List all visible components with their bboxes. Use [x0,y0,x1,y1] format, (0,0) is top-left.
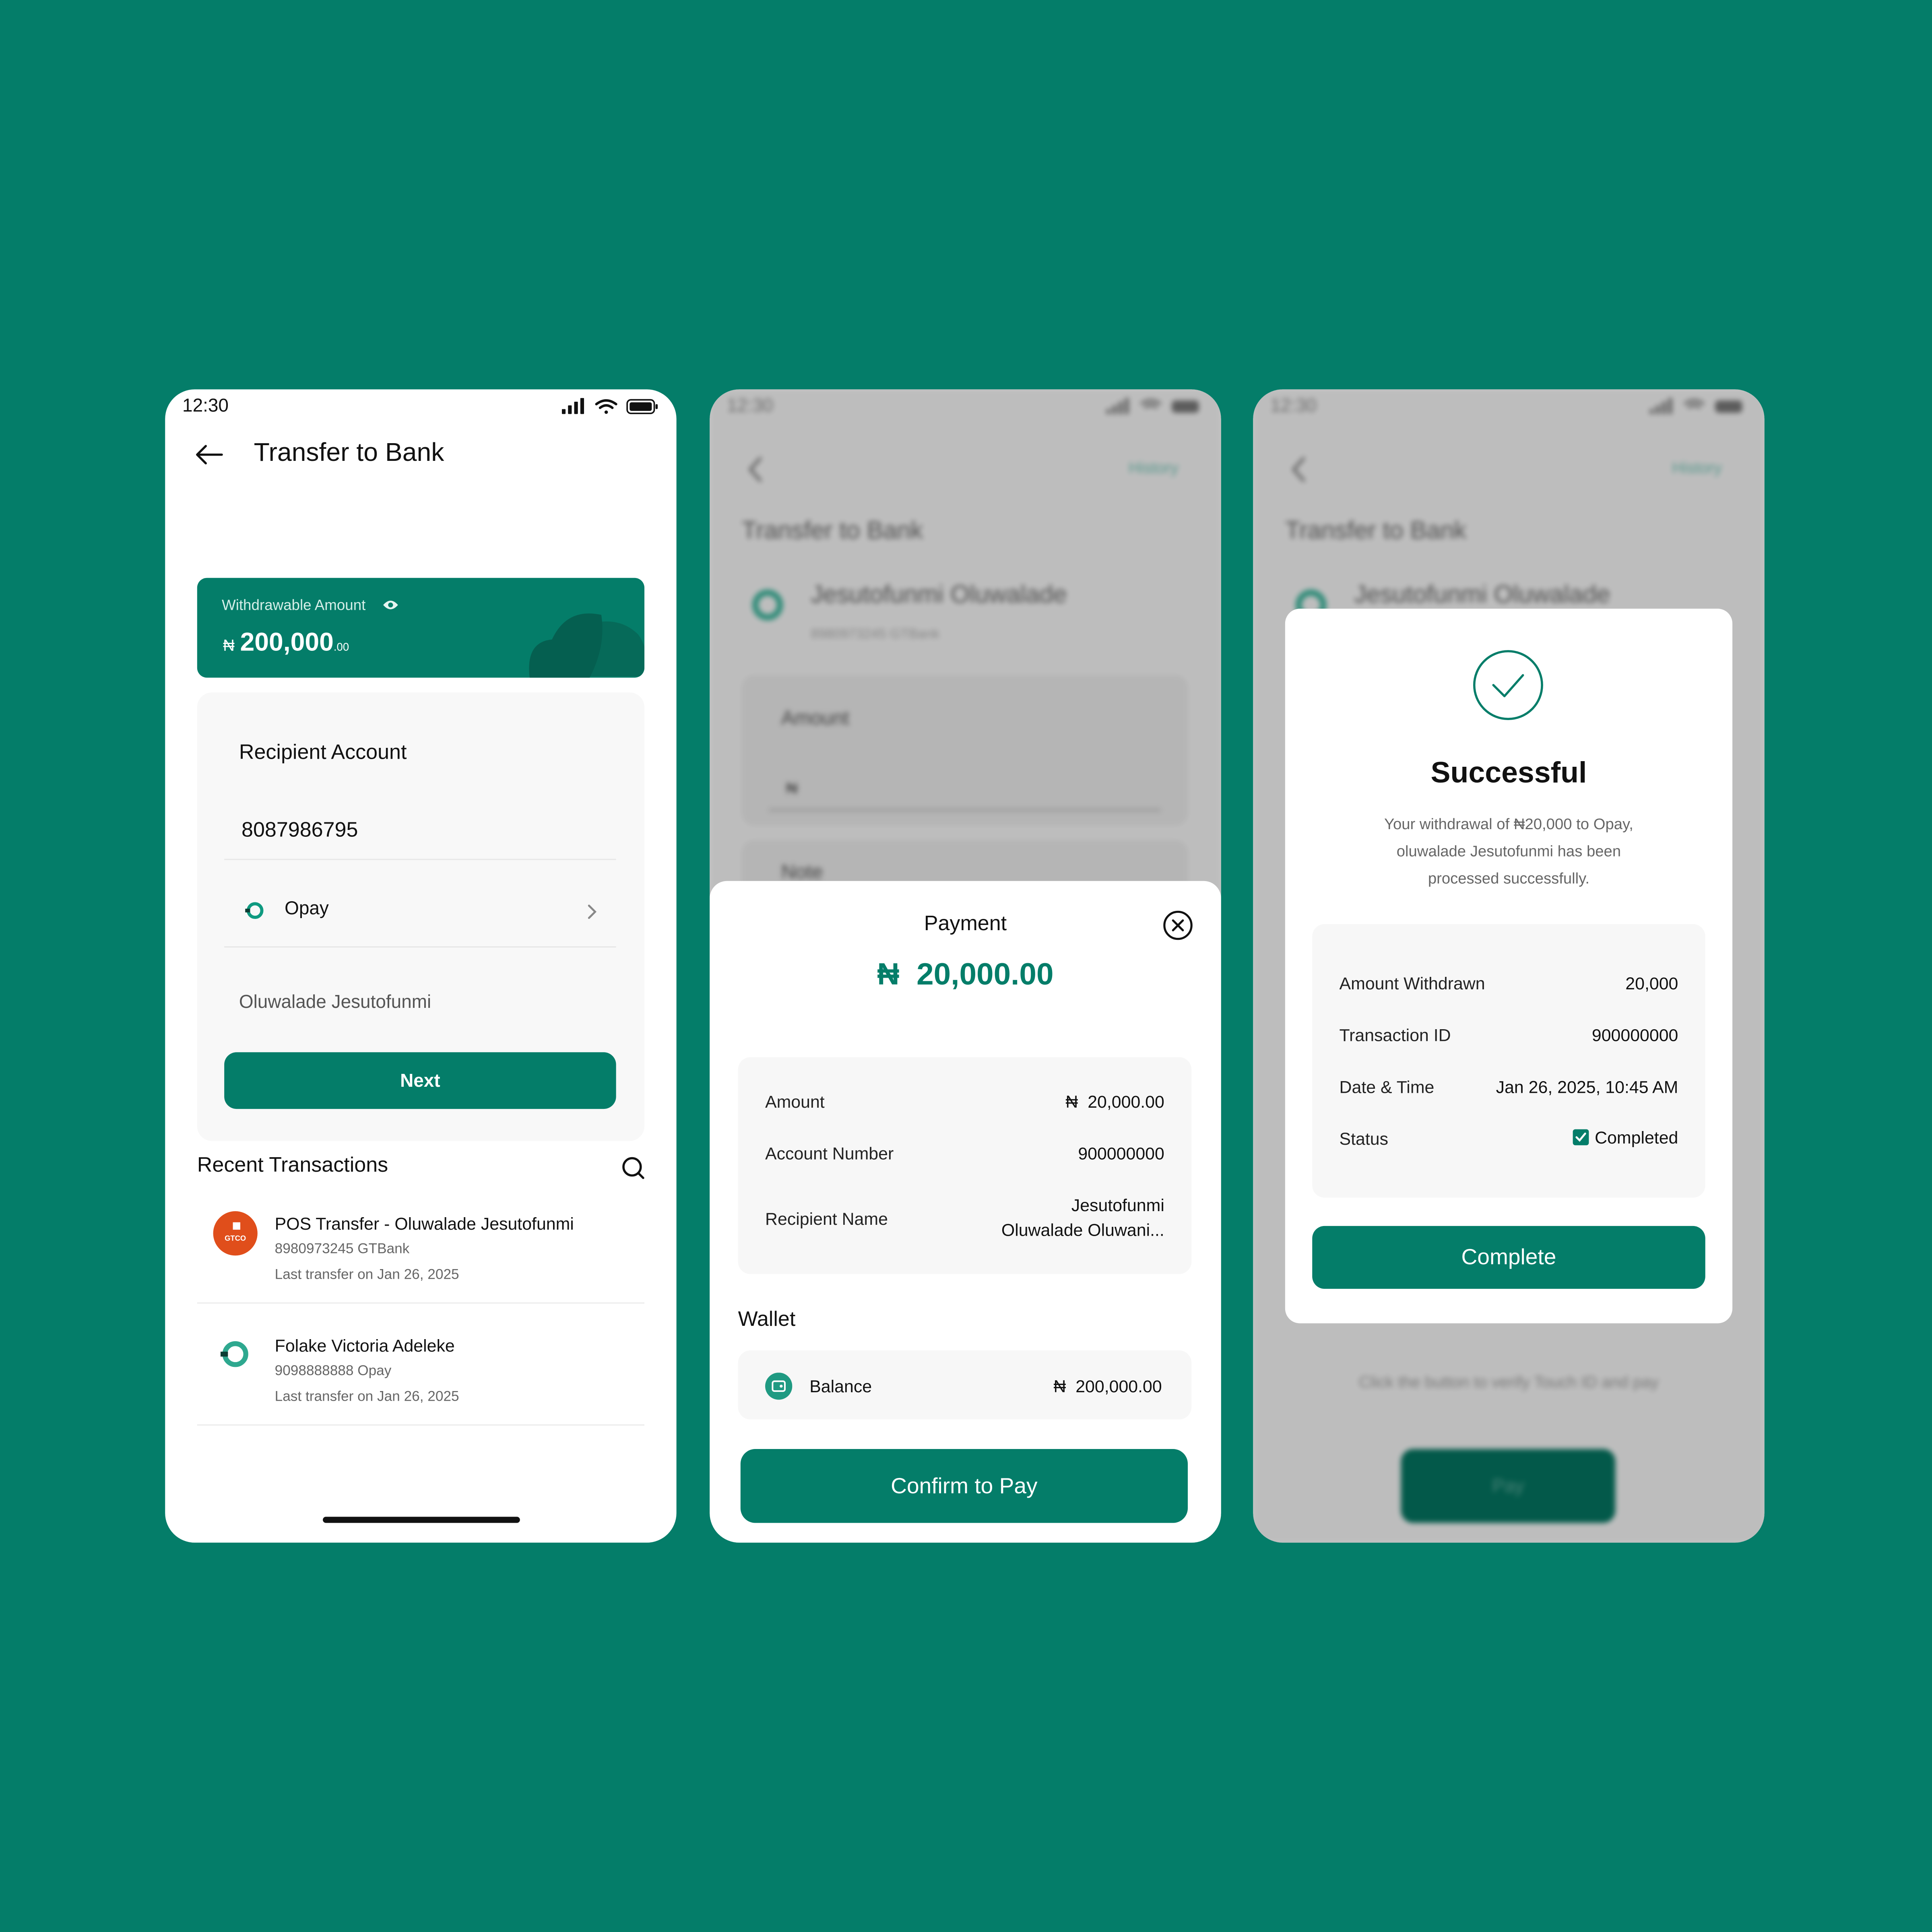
complete-button[interactable]: Complete [1312,1226,1705,1289]
battery-icon [626,399,658,414]
divider [197,1424,645,1426]
eye-icon[interactable] [382,598,399,613]
success-message-line: oluwalade Jesutofunmi has been [1396,842,1621,860]
receipt-details: Amount Withdrawn 20,000 Transaction ID 9… [1312,924,1705,1198]
bank-name: Opay [285,898,329,919]
account-number-input[interactable]: 8087986795 [242,818,358,843]
wifi-icon [595,399,617,414]
receipt-value: Jan 26, 2025, 10:45 AM [1496,1077,1678,1097]
transaction-account: 9098888888 Opay [275,1364,392,1379]
bank-selector[interactable]: Opay [224,883,616,938]
detail-value: 900000000 [1078,1143,1164,1163]
status-completed: Completed [1573,1127,1678,1147]
currency-symbol: ₦ [223,636,235,654]
transaction-date: Last transfer on Jan 26, 2025 [275,1390,459,1405]
detail-value: Oluwalade Oluwani... [1001,1220,1164,1240]
opay-logo-icon [220,1341,248,1367]
payment-amount: ₦ 20,000.00 [877,957,1054,992]
list-item[interactable]: GTCO POS Transfer - Oluwalade Jesutofunm… [197,1196,644,1302]
page-title: Transfer to Bank [254,438,444,467]
logo-text: GTCO [225,1236,246,1243]
transaction-account: 8980973245 GTBank [275,1242,410,1257]
search-icon[interactable] [621,1156,646,1180]
payment-screen: 12:30 History Transfer to Bank Jesutofun… [710,389,1221,1543]
recipient-name-field: Oluwalade Jesutofunmi [239,992,431,1013]
receipt-value: 20,000 [1625,973,1678,993]
logo-square [233,1222,240,1230]
detail-value: Jesutofunmi [1071,1195,1164,1215]
transaction-name: Folake Victoria Adeleke [275,1335,455,1356]
next-button[interactable]: Next [224,1052,616,1109]
status-time: 12:30 [182,395,229,417]
detail-value: ₦ 20,000.00 [1065,1092,1164,1112]
close-icon[interactable] [1162,909,1194,941]
recent-heading: Recent Transactions [197,1153,388,1177]
success-message-line: processed successfully. [1428,870,1590,888]
checkbox-checked-icon [1573,1129,1589,1146]
detail-label: Account Number [765,1143,894,1163]
divider [224,859,616,860]
detail-label: Recipient Name [765,1209,888,1229]
divider [197,1302,645,1304]
list-item[interactable]: Folake Victoria Adeleke 9098888888 Opay … [197,1319,644,1424]
transfer-screen: 12:30 Transfer to Bank Withdrawable Amou… [165,389,677,1543]
card-decoration [529,613,645,678]
sheet-title: Payment [924,912,1007,935]
wallet-balance-row[interactable]: Balance ₦ 200,000.00 [738,1350,1192,1420]
receipt-value: Completed [1595,1127,1678,1147]
wallet-value: ₦ 200,000.00 [1053,1376,1162,1396]
chevron-right-icon [588,904,597,919]
confirm-pay-button[interactable]: Confirm to Pay [740,1449,1188,1523]
check-circle-icon [1473,650,1543,720]
balance-decimals: .00 [333,640,349,653]
gtbank-logo-icon: GTCO [213,1211,258,1256]
detail-label: Amount [765,1092,825,1112]
balance-card: Withdrawable Amount ₦ 200,000.00 [197,578,645,678]
opay-logo-icon [245,902,264,919]
wallet-icon [765,1373,793,1400]
divider [224,946,616,948]
receipt-label: Date & Time [1339,1077,1435,1097]
success-modal: Successful Your withdrawal of ₦20,000 to… [1285,609,1733,1323]
balance-label: Withdrawable Amount [222,596,366,614]
success-screen: 12:30 History Transfer to Bank Jesutofun… [1253,389,1765,1543]
wallet-heading: Wallet [738,1307,796,1331]
payment-sheet: Payment ₦ 20,000.00 Amount ₦ 20,000.00 A… [710,881,1221,1543]
wallet-label: Balance [809,1376,872,1396]
balance-value: 200,000 [240,628,334,657]
transaction-name: POS Transfer - Oluwalade Jesutofunmi [275,1214,574,1234]
recipient-form: Recipient Account 8087986795 Opay Oluwal… [197,692,645,1141]
success-message-line: Your withdrawal of ₦20,000 to Opay, [1384,815,1633,833]
form-heading: Recipient Account [239,740,407,764]
transaction-date: Last transfer on Jan 26, 2025 [275,1268,459,1283]
receipt-label: Transaction ID [1339,1025,1451,1045]
receipt-value: 900000000 [1591,1025,1678,1045]
stage: 12:30 Transfer to Bank Withdrawable Amou… [0,0,1932,1932]
success-title: Successful [1430,756,1587,790]
payment-details: Amount ₦ 20,000.00 Account Number 900000… [738,1057,1192,1274]
status-icons [561,398,658,414]
receipt-label: Amount Withdrawn [1339,973,1485,993]
back-arrow-icon[interactable] [195,444,224,466]
receipt-label: Status [1339,1129,1389,1149]
balance-amount: ₦ 200,000.00 [223,628,349,658]
signal-icon [561,398,584,414]
home-indicator [323,1517,520,1523]
